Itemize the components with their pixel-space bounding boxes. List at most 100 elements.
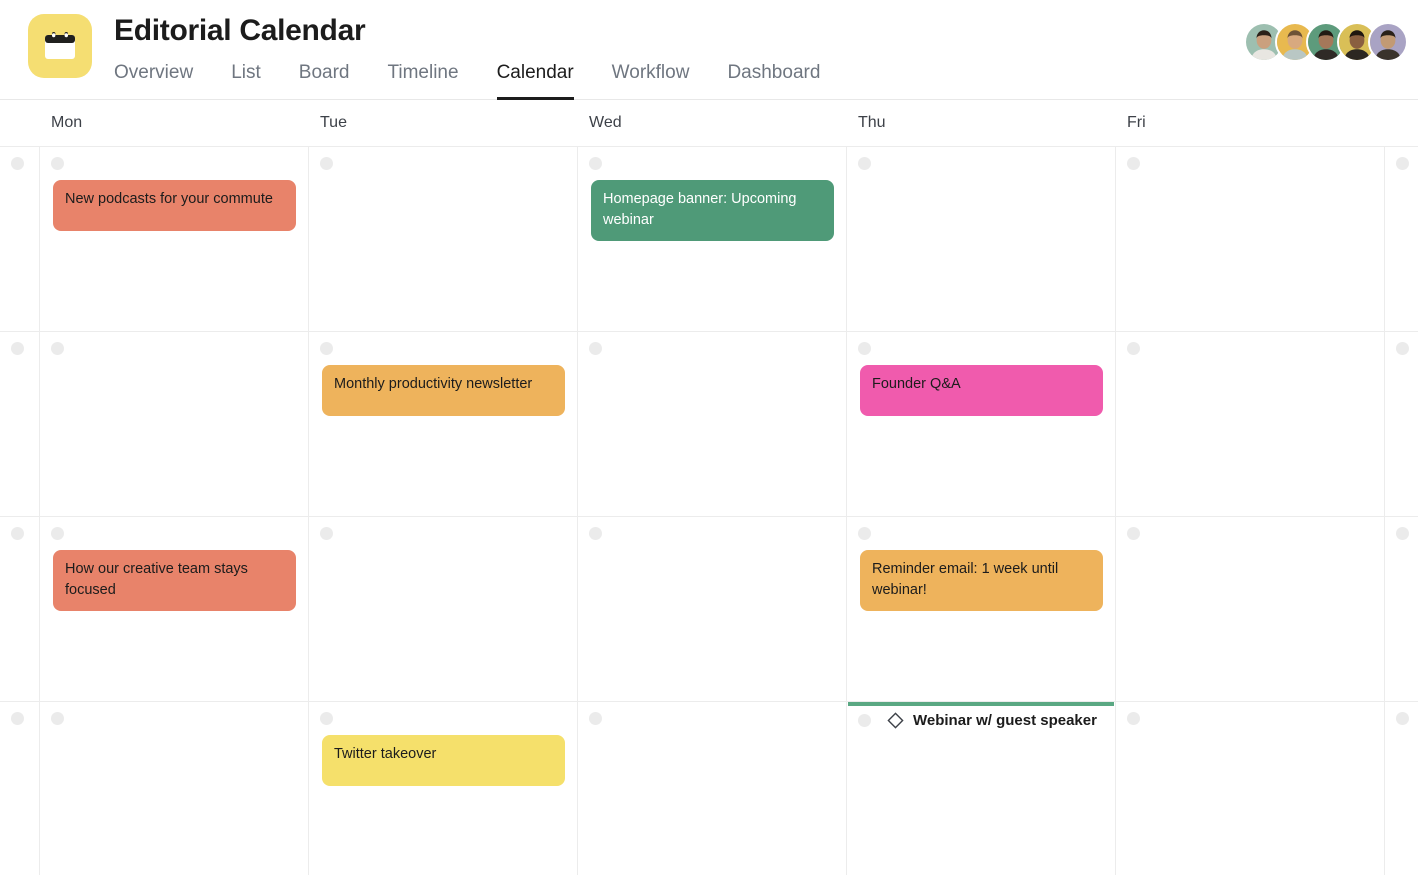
event-title: Monthly productivity newsletter: [334, 376, 533, 392]
calendar-day-cell[interactable]: [1116, 517, 1385, 701]
day-number-placeholder: [51, 712, 64, 725]
day-header-wed: Wed: [589, 114, 622, 131]
calendar-day-cell[interactable]: [40, 332, 309, 516]
day-number-placeholder: [858, 157, 871, 170]
calendar-day-cell[interactable]: [1116, 332, 1385, 516]
milestone-label: Webinar w/ guest speaker: [913, 712, 1097, 729]
calendar-day-cell[interactable]: New podcasts for your commute: [40, 147, 309, 331]
day-number-placeholder: [11, 712, 24, 725]
tab-dashboard[interactable]: Dashboard: [708, 60, 839, 100]
calendar-day-cell[interactable]: Founder Q&A: [847, 332, 1116, 516]
calendar-grid: New podcasts for your commute Homepage ba…: [0, 147, 1418, 875]
calendar-day-cell[interactable]: Webinar w/ guest speaker: [847, 702, 1116, 875]
member-avatar-group: [1244, 22, 1408, 62]
day-header-partial: [1385, 100, 1418, 146]
day-number-placeholder: [320, 342, 333, 355]
calendar-day-cell[interactable]: [1116, 702, 1385, 875]
calendar-day-cell[interactable]: [578, 517, 847, 701]
day-number-placeholder: [1127, 342, 1140, 355]
calendar-day-cell[interactable]: [1116, 147, 1385, 331]
calendar-day-cell[interactable]: [0, 332, 40, 516]
calendar-day-cell[interactable]: [0, 147, 40, 331]
day-number-placeholder: [1127, 157, 1140, 170]
tab-timeline[interactable]: Timeline: [368, 60, 477, 100]
tab-calendar[interactable]: Calendar: [478, 60, 593, 100]
calendar-day-cell[interactable]: [578, 332, 847, 516]
event-card-reminder-email[interactable]: Reminder email: 1 week until webinar!: [860, 550, 1103, 611]
calendar-day-header-row: Mon Tue Wed Thu Fri: [0, 100, 1418, 147]
tab-board[interactable]: Board: [280, 60, 369, 100]
calendar-day-cell[interactable]: [0, 517, 40, 701]
tab-workflow[interactable]: Workflow: [593, 60, 709, 100]
calendar-day-cell[interactable]: [0, 702, 40, 875]
day-header-thu: Thu: [858, 114, 886, 131]
day-number-placeholder: [51, 342, 64, 355]
day-number-placeholder: [320, 157, 333, 170]
calendar-day-cell[interactable]: [309, 517, 578, 701]
day-header-partial: [0, 100, 40, 146]
calendar-day-cell[interactable]: Homepage banner: Upcoming webinar: [578, 147, 847, 331]
calendar-day-cell[interactable]: [1385, 517, 1418, 701]
calendar-view: Mon Tue Wed Thu Fri New podcasts for your co…: [0, 100, 1418, 875]
event-title: How our creative team stays focused: [65, 561, 248, 598]
day-header-tue: Tue: [320, 114, 347, 131]
calendar-week-row: How our creative team stays focused Remin…: [0, 517, 1418, 702]
calendar-day-cell[interactable]: [1385, 147, 1418, 331]
day-number-placeholder: [1127, 527, 1140, 540]
event-title: Twitter takeover: [334, 746, 437, 762]
day-number-placeholder: [589, 527, 602, 540]
calendar-day-cell[interactable]: Reminder email: 1 week until webinar!: [847, 517, 1116, 701]
day-header-mon: Mon: [51, 114, 83, 131]
day-number-placeholder: [1396, 527, 1409, 540]
calendar-icon: [28, 14, 92, 78]
event-title: Reminder email: 1 week until webinar!: [872, 561, 1059, 598]
calendar-day-cell[interactable]: [40, 702, 309, 875]
milestone-marker-line: [848, 702, 1114, 706]
event-card-new-podcasts[interactable]: New podcasts for your commute: [53, 180, 296, 231]
diamond-milestone-icon: [887, 712, 904, 729]
day-number-placeholder: [11, 342, 24, 355]
calendar-day-cell[interactable]: [578, 702, 847, 875]
calendar-day-cell[interactable]: How our creative team stays focused: [40, 517, 309, 701]
day-number-placeholder: [51, 527, 64, 540]
milestone-webinar-guest-speaker[interactable]: Webinar w/ guest speaker: [847, 712, 1097, 729]
day-number-placeholder: [11, 527, 24, 540]
day-number-placeholder: [1396, 157, 1409, 170]
tab-list[interactable]: List: [212, 60, 280, 100]
event-card-homepage-banner[interactable]: Homepage banner: Upcoming webinar: [591, 180, 834, 241]
day-number-placeholder: [858, 342, 871, 355]
day-number-placeholder: [320, 527, 333, 540]
day-number-placeholder: [320, 712, 333, 725]
event-card-twitter-takeover[interactable]: Twitter takeover: [322, 735, 565, 786]
day-number-placeholder: [1396, 342, 1409, 355]
event-title: Homepage banner: Upcoming webinar: [603, 191, 797, 228]
calendar-day-cell[interactable]: Twitter takeover: [309, 702, 578, 875]
calendar-day-cell[interactable]: [847, 147, 1116, 331]
calendar-week-row: Monthly productivity newsletter Founder Q…: [0, 332, 1418, 517]
calendar-week-row: New podcasts for your commute Homepage ba…: [0, 147, 1418, 332]
day-header-fri: Fri: [1127, 114, 1146, 131]
day-number-placeholder: [858, 527, 871, 540]
day-number-placeholder: [589, 157, 602, 170]
day-number-placeholder: [589, 342, 602, 355]
day-number-placeholder: [1396, 712, 1409, 725]
event-title: New podcasts for your commute: [65, 191, 273, 207]
calendar-day-cell[interactable]: Monthly productivity newsletter: [309, 332, 578, 516]
day-number-placeholder: [858, 714, 871, 727]
event-card-creative-team[interactable]: How our creative team stays focused: [53, 550, 296, 611]
calendar-day-cell[interactable]: [309, 147, 578, 331]
calendar-day-cell[interactable]: [1385, 702, 1418, 875]
view-tabs: Overview List Board Timeline Calendar Wo…: [114, 60, 839, 100]
day-number-placeholder: [589, 712, 602, 725]
event-title: Founder Q&A: [872, 376, 961, 392]
day-number-placeholder: [11, 157, 24, 170]
calendar-week-row: Twitter takeover Webinar w/ guest speaker: [0, 702, 1418, 875]
calendar-day-cell[interactable]: [1385, 332, 1418, 516]
day-number-placeholder: [1127, 712, 1140, 725]
event-card-monthly-newsletter[interactable]: Monthly productivity newsletter: [322, 365, 565, 416]
tab-overview[interactable]: Overview: [114, 60, 212, 100]
event-card-founder-qa[interactable]: Founder Q&A: [860, 365, 1103, 416]
day-number-placeholder: [51, 157, 64, 170]
app-header: Editorial Calendar Overview List Board T…: [0, 0, 1418, 100]
member-avatar-5[interactable]: [1368, 22, 1408, 62]
